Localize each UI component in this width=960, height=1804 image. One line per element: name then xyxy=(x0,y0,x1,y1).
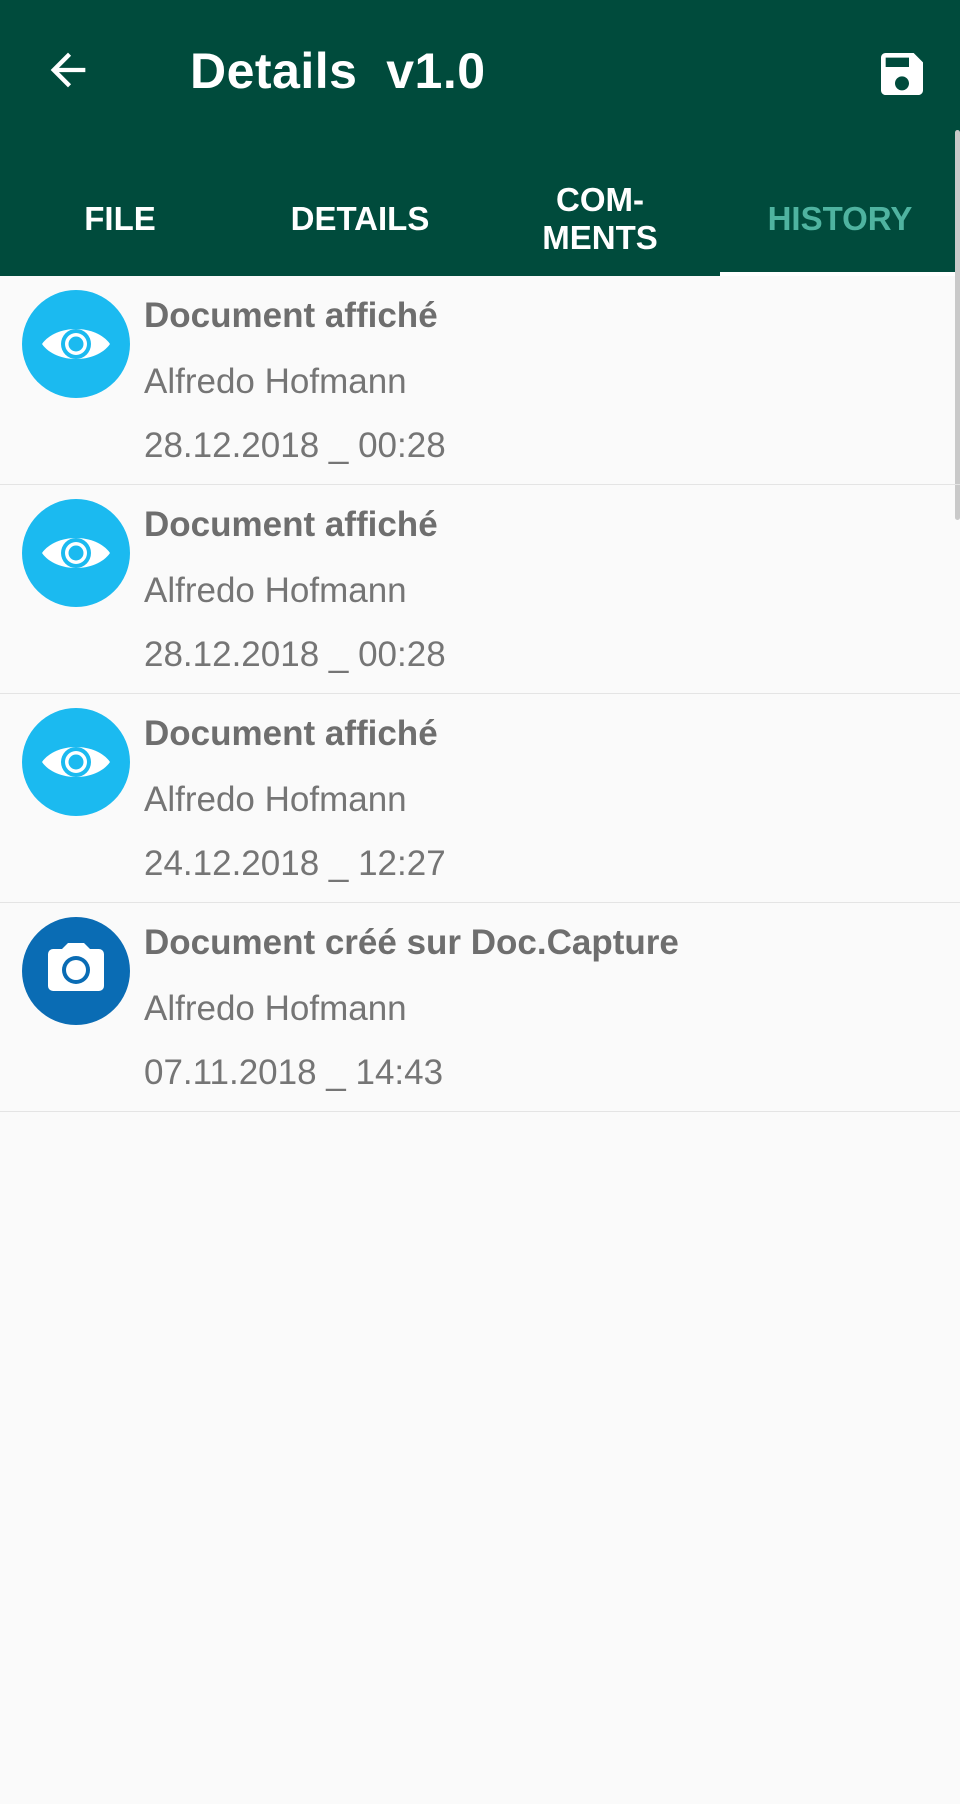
history-datetime: 07.11.2018 _ 14:43 xyxy=(144,1053,444,1092)
history-user: Alfredo Hofmann xyxy=(144,989,407,1028)
arrow-back-icon xyxy=(50,52,86,88)
tab-file[interactable]: FILE xyxy=(0,168,240,276)
history-user: Alfredo Hofmann xyxy=(144,362,407,401)
history-list: Document affiché Alfredo Hofmann 28.12.2… xyxy=(0,276,960,1112)
list-item[interactable]: Document affiché Alfredo Hofmann 24.12.2… xyxy=(0,694,960,903)
history-action: Document affiché xyxy=(144,505,438,544)
save-button[interactable] xyxy=(872,44,932,104)
list-item[interactable]: Document créé sur Doc.Capture Alfredo Ho… xyxy=(0,903,960,1112)
floppy-disk-icon xyxy=(881,53,923,95)
tab-details[interactable]: DETAILS xyxy=(240,168,480,276)
camera-icon xyxy=(48,943,104,991)
tab-label: HISTORY xyxy=(767,200,913,237)
history-action: Document affiché xyxy=(144,296,438,335)
view-event-avatar xyxy=(22,708,130,816)
tab-label: FILE xyxy=(84,200,156,237)
list-item[interactable]: Document affiché Alfredo Hofmann 28.12.2… xyxy=(0,276,960,485)
history-datetime: 28.12.2018 _ 00:28 xyxy=(144,426,446,465)
page-title: Details v1.0 xyxy=(190,43,486,99)
capture-event-avatar xyxy=(22,917,130,1025)
history-datetime: 28.12.2018 _ 00:28 xyxy=(144,635,446,674)
history-action: Document créé sur Doc.Capture xyxy=(144,923,679,962)
eye-icon xyxy=(42,747,110,777)
view-event-avatar xyxy=(22,290,130,398)
tab-history[interactable]: HISTORY xyxy=(720,168,960,276)
eye-icon xyxy=(42,538,110,568)
app-bar: Details v1.0 FILE DETAILS COM- MENTS HIS… xyxy=(0,0,960,276)
view-event-avatar xyxy=(22,499,130,607)
history-action: Document affiché xyxy=(144,714,438,753)
tab-label: COM- MENTS xyxy=(542,181,658,256)
tab-comments[interactable]: COM- MENTS xyxy=(480,168,720,276)
list-item[interactable]: Document affiché Alfredo Hofmann 28.12.2… xyxy=(0,485,960,694)
history-user: Alfredo Hofmann xyxy=(144,571,407,610)
back-button[interactable] xyxy=(36,38,100,102)
eye-icon xyxy=(42,329,110,359)
history-user: Alfredo Hofmann xyxy=(144,780,407,819)
history-datetime: 24.12.2018 _ 12:27 xyxy=(144,844,446,883)
tab-bar: FILE DETAILS COM- MENTS HISTORY xyxy=(0,168,960,276)
tab-label: DETAILS xyxy=(290,200,430,237)
